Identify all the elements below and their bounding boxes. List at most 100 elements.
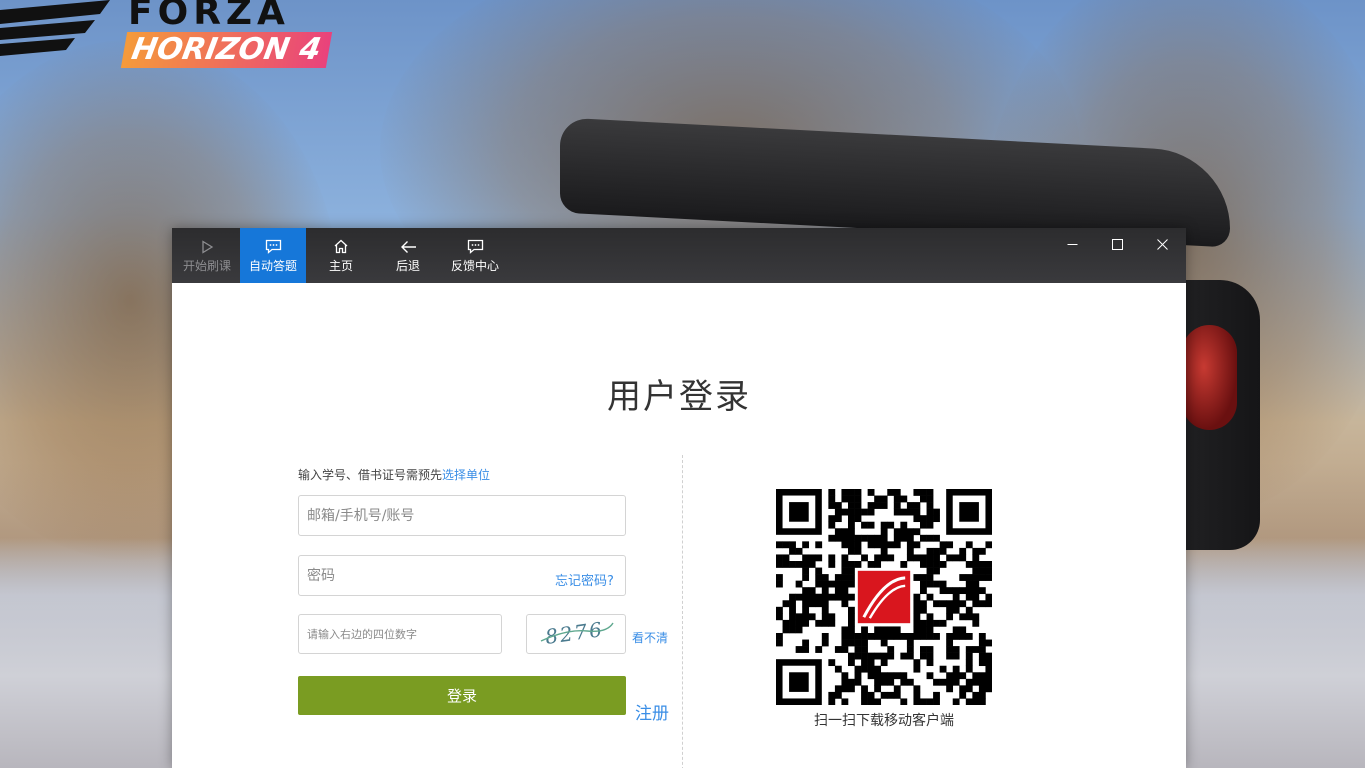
refresh-captcha-link[interactable]: 看不清 [632, 629, 668, 646]
qr-module [848, 678, 855, 686]
forza-logo-stripes-icon [0, 0, 110, 56]
qr-module [913, 691, 921, 699]
qr-module [880, 495, 888, 503]
qr-module [861, 508, 868, 516]
qr-module [874, 698, 882, 705]
qr-module [913, 665, 921, 673]
qr-module [920, 554, 927, 562]
qr-module [867, 698, 875, 705]
qr-module [861, 554, 868, 562]
qr-module [828, 698, 836, 705]
qr-module [946, 606, 954, 614]
qr-module [841, 580, 849, 588]
qr-module [933, 619, 940, 627]
qr-module [841, 593, 849, 601]
qr-module [789, 547, 796, 555]
qr-module [880, 528, 888, 536]
qr-module [926, 593, 934, 601]
qr-module [854, 633, 862, 640]
qr-module [861, 685, 868, 693]
qr-module [848, 633, 855, 640]
qr-module [782, 541, 790, 549]
minimize-button[interactable] [1050, 228, 1095, 260]
qr-module [880, 672, 888, 680]
qr-module [789, 619, 796, 627]
logo-forza-text: FORZA [128, 0, 290, 33]
qr-module [854, 665, 862, 673]
qr-module [795, 561, 803, 568]
qr-module [782, 561, 790, 568]
captcha-image[interactable]: 8276 [526, 614, 626, 654]
qr-module [978, 698, 986, 705]
qr-module [841, 646, 849, 653]
qr-module [802, 587, 810, 595]
qr-module [939, 665, 947, 673]
qr-module [821, 619, 829, 627]
qr-module [776, 633, 783, 640]
auto-answer-button[interactable]: 自动答题 [240, 228, 306, 283]
account-input[interactable] [298, 495, 626, 536]
captcha-noise-line [540, 622, 614, 642]
start-course-button[interactable]: 开始刷课 [174, 228, 240, 283]
qr-module [985, 561, 992, 568]
qr-module [848, 619, 855, 627]
qr-module [854, 534, 862, 542]
qr-module [920, 587, 927, 595]
qr-module [920, 574, 927, 581]
qr-module [887, 633, 895, 640]
qr-module [978, 691, 986, 699]
qr-module [802, 574, 810, 581]
feedback-button[interactable]: 反馈中心 [442, 228, 508, 283]
qr-module [834, 685, 842, 693]
register-link[interactable]: 注册 [635, 699, 669, 724]
qr-module [841, 567, 849, 575]
qr-module [933, 600, 940, 608]
qr-module [776, 639, 783, 647]
back-button[interactable]: 后退 [375, 228, 441, 283]
qr-module [939, 678, 947, 686]
maximize-button[interactable] [1095, 228, 1140, 260]
qr-module [795, 593, 803, 601]
qr-module [821, 574, 829, 581]
qr-module [985, 541, 992, 549]
login-button[interactable]: 登录 [298, 676, 626, 715]
qr-module [972, 554, 980, 562]
forgot-password-link[interactable]: 忘记密码? [555, 570, 614, 589]
qr-module [815, 646, 823, 653]
qr-module [874, 502, 882, 509]
qr-module [906, 541, 914, 549]
qr-module [926, 646, 934, 653]
qr-module [834, 574, 842, 581]
start-course-label: 开始刷课 [182, 258, 231, 273]
toolbar: 开始刷课 自动答题 主页 后退 反馈中心 [172, 228, 1186, 283]
qr-module [933, 508, 940, 516]
qr-module [795, 619, 803, 627]
qr-module [965, 561, 973, 568]
qr-module [834, 534, 842, 542]
qr-module [887, 652, 895, 660]
login-page: 用户登录 输入学号、借书证号需预先选择单位 忘记密码? 8276 看不清 登录 … [172, 283, 1186, 768]
logo-horizon-text: HORIZON 4 [120, 32, 332, 68]
qr-module [965, 606, 973, 614]
qr-module [776, 554, 783, 562]
home-button[interactable]: 主页 [308, 228, 374, 283]
qr-module [802, 619, 810, 627]
qr-module [926, 547, 934, 555]
select-unit-link[interactable]: 选择单位 [442, 468, 490, 482]
qr-module [834, 515, 842, 523]
qr-module [880, 652, 888, 660]
qr-module [848, 528, 855, 536]
qr-module [933, 561, 940, 568]
qr-module [841, 561, 849, 568]
qr-module [841, 508, 849, 516]
qr-caption: 扫一扫下载移动客户端 [814, 713, 954, 729]
qr-module [906, 554, 914, 562]
qr-module [821, 613, 829, 621]
play-icon [200, 238, 214, 256]
qr-module [893, 685, 901, 693]
qr-module [893, 502, 901, 509]
captcha-input[interactable] [298, 614, 502, 654]
close-button[interactable] [1140, 228, 1185, 260]
qr-module [854, 515, 862, 523]
qr-module [841, 672, 849, 680]
